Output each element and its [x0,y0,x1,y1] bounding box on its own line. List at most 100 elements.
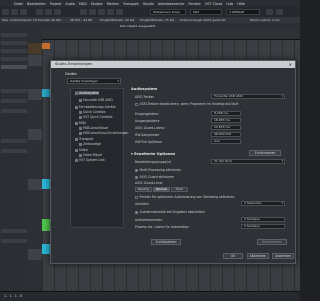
track-header[interactable] [28,129,42,140]
menu-item[interactable]: Transport [123,2,139,6]
quantize-preset-field[interactable]: Helbelmenu Kreis.. [150,9,186,15]
menu-item[interactable]: Fenster [188,2,201,6]
asio-guard-checkbox[interactable] [135,175,138,179]
left-zone-toggle-button[interactable] [36,9,43,15]
tree-item[interactable]: Focusrite USB ASIO [79,98,113,102]
reset-advanced-button[interactable]: Zurücksetzen [249,150,281,156]
tree-item[interactable]: MIDI [75,121,86,125]
steinberg-window-option[interactable]: Fenster für optimierte Audioleistung von… [135,195,234,199]
cancel-button[interactable]: Abbrechen [247,253,269,259]
track-header[interactable] [28,43,42,54]
draw-tool-icon[interactable] [116,9,123,15]
tree-item[interactable]: Audiosystem [75,91,99,95]
menu-item[interactable]: Arbeitsbereiche [158,2,185,6]
advanced-options-title[interactable]: ▾ Erweiterte Optionen [131,152,175,156]
asio-guard-level-tab[interactable]: Normal [153,187,170,192]
lower-zone-toggle-button[interactable] [45,9,52,15]
quantize-field[interactable]: 3 GEMALE [226,9,260,15]
tree-item[interactable]: Quick Controls [79,110,106,114]
split-tool-icon[interactable] [89,9,96,15]
multi-processing-checkbox[interactable] [135,168,138,172]
add-device-dropdown[interactable]: Geräte hinzufügen ▾ [67,78,121,84]
audio-event[interactable] [42,43,50,49]
close-icon[interactable]: ✕ [289,61,292,68]
tree-item[interactable]: Fernbedienungs-Geräte [75,105,116,109]
inspector-row[interactable] [1,229,27,233]
tree-item[interactable]: MIDI-Anschluss-Einstellungen [79,131,128,135]
audio-event[interactable] [42,219,50,231]
asio-driver-select[interactable]: Focusrite USB ASIO ▾ [211,94,285,99]
menu-item[interactable]: Skripte [91,2,103,6]
device-icon [75,91,78,95]
asio-guard-level-tab[interactable]: Niedrig [135,187,152,192]
chevron-down-icon: ▾ [281,159,283,163]
menu-item[interactable]: Bearbeiten [27,2,46,6]
ok-button[interactable]: OK [223,253,243,259]
apply-changes-button[interactable]: Übernehmen [257,239,287,245]
device-icon [75,148,78,152]
inspector-row[interactable] [1,109,27,113]
menu-item[interactable]: Hilfe [237,2,245,6]
record-offset-field[interactable]: 0 Samples [241,217,285,222]
menu-item[interactable]: Studio [143,2,154,6]
inspector-row[interactable] [1,57,27,61]
audio-event[interactable] [42,244,50,254]
menu-item[interactable]: Datei [14,2,23,6]
menu-item[interactable]: Medien [107,2,119,6]
audio-event[interactable] [42,89,50,97]
activate-project-button[interactable] [2,9,9,15]
track-header[interactable] [28,55,42,66]
automation-offset-field[interactable]: 0 Samples [241,224,285,229]
object-select-tool-icon[interactable] [80,9,87,15]
inspector-row[interactable] [1,33,27,37]
menu-item[interactable]: Hub [226,2,233,6]
menu-item[interactable]: Audio [65,2,75,6]
snap-toggle-button[interactable] [266,9,273,15]
reset-button[interactable]: Zurücksetzen [151,239,181,245]
inspector-row[interactable] [1,139,27,143]
release-driver-option[interactable]: ASIO-Treiber deaktivieren, wenn Programm… [135,102,238,106]
constrain-delay-button[interactable] [11,9,18,15]
timeline-ruler[interactable] [42,29,300,40]
thread-label: Bearbeitungsgruppe(n) [135,160,172,164]
tree-item[interactable]: Video [75,148,88,152]
tree-item[interactable]: VST System Link [75,158,105,162]
asio-guard-option[interactable]: ASIO-Guard aktivieren [135,175,174,179]
menu-item[interactable]: MIDI [79,2,87,6]
grid-type-field[interactable]: Takt [190,9,222,15]
read-automation-button[interactable] [20,9,27,15]
tree-item[interactable]: Video Player [79,153,102,157]
color-menu-button[interactable] [276,9,283,15]
menu-item[interactable]: VST Cloud [205,2,222,6]
asio-driver-value: Focusrite USB ASIO [214,94,243,98]
tree-item[interactable]: MIDI-Anschlüsse [79,126,108,130]
asio-guard-level-tab[interactable]: Hoch [171,187,188,192]
zoom-tool-icon[interactable] [107,9,114,15]
track-header[interactable] [28,179,42,190]
preroll-select[interactable]: 2 Sekunden ▾ [241,201,285,206]
apply-button[interactable]: Anwenden [272,253,294,259]
inspector-row[interactable] [1,149,27,153]
track-header[interactable] [28,89,42,100]
inspector-row[interactable] [1,41,27,45]
eraser-tool-icon[interactable] [98,9,105,15]
tree-item[interactable]: VST Quick Controls [79,115,112,119]
multi-processing-option[interactable]: Multi-Processing aktivieren [135,168,181,172]
release-driver-checkbox[interactable] [135,102,138,106]
inspector-row[interactable] [1,99,27,103]
menu-item[interactable]: Projekt [50,2,62,6]
record-mode-option[interactable]: Aufnahmekanäle bei Eingaben abschalten [135,210,205,214]
dialog-title: Studio-Einstellungen [51,61,295,68]
inspector-row[interactable] [1,49,27,53]
track-header[interactable] [28,249,42,260]
audio-event[interactable] [42,179,50,189]
record-mode-checkbox[interactable] [135,210,138,214]
tree-item[interactable]: Zeitanzeige [79,142,101,146]
steinberg-window-checkbox[interactable] [135,195,138,199]
right-zone-toggle-button[interactable] [54,9,61,15]
inspector-row[interactable] [1,89,27,93]
inspector-row[interactable] [1,65,27,69]
inspector-row[interactable] [1,239,27,243]
thread-select[interactable]: 32 (64 Pool) ▾ [211,159,285,164]
tree-item[interactable]: Transport [75,137,94,141]
